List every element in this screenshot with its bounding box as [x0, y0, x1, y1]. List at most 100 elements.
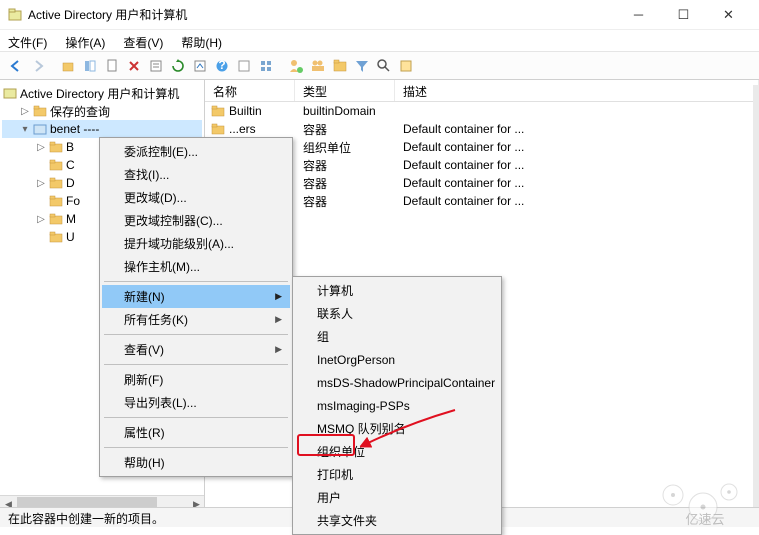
cell-type: 容器 [303, 121, 403, 138]
menu-separator [104, 334, 288, 335]
status-text: 在此容器中创建一新的项目。 [8, 512, 164, 526]
tree-domain-label: benet ---- [50, 122, 99, 136]
cm2-inetorg[interactable]: InetOrgPerson [295, 348, 499, 371]
cm-change-dc[interactable]: 更改域控制器(C)... [102, 209, 290, 232]
toolbar: ? [0, 52, 759, 80]
tree-domain[interactable]: ▾ benet ---- [2, 120, 202, 138]
find-icon[interactable] [374, 56, 394, 76]
minimize-button[interactable]: ─ [616, 1, 661, 29]
maximize-button[interactable]: ☐ [661, 1, 706, 29]
cell-name: Builtin [211, 104, 303, 118]
tree-root[interactable]: Active Directory 用户和计算机 [2, 84, 202, 102]
cm-properties[interactable]: 属性(R) [102, 421, 290, 444]
extra-icon[interactable] [396, 56, 416, 76]
app-icon [8, 8, 22, 22]
cm2-ou[interactable]: 组织单位 [295, 440, 499, 463]
close-button[interactable]: ✕ [706, 1, 751, 29]
cm-change-domain[interactable]: 更改域(D)... [102, 186, 290, 209]
tree-saved-queries[interactable]: ▷ 保存的查询 [2, 102, 202, 120]
cut-icon[interactable] [102, 56, 122, 76]
up-icon[interactable] [58, 56, 78, 76]
cm-export[interactable]: 导出列表(L)... [102, 391, 290, 414]
cell-desc: Default container for ... [403, 158, 759, 172]
cm-refresh[interactable]: 刷新(F) [102, 368, 290, 391]
menu-action[interactable]: 操作(A) [63, 32, 107, 49]
cell-desc: Default container for ... [403, 176, 759, 190]
expand-icon[interactable]: ▷ [34, 140, 48, 154]
tree-child-label: C [66, 158, 75, 172]
menu-separator [104, 447, 288, 448]
ad-icon [2, 86, 18, 100]
view2-icon[interactable] [256, 56, 276, 76]
tree-child-label: M [66, 212, 76, 226]
cm-all-tasks[interactable]: 所有任务(K) [102, 308, 290, 331]
tree-child-label: D [66, 176, 75, 190]
refresh-icon[interactable] [168, 56, 188, 76]
cm2-printer[interactable]: 打印机 [295, 463, 499, 486]
collapse-icon[interactable]: ▾ [18, 122, 32, 136]
tree-root-label: Active Directory 用户和计算机 [20, 85, 179, 102]
menu-bar: 文件(F) 操作(A) 查看(V) 帮助(H) [0, 30, 759, 52]
view1-icon[interactable] [234, 56, 254, 76]
table-row[interactable]: BuiltinbuiltinDomain [205, 102, 759, 120]
cell-name: ...ers [211, 122, 303, 136]
col-type[interactable]: 类型 [295, 80, 395, 101]
cm-view[interactable]: 查看(V) [102, 338, 290, 361]
menu-help[interactable]: 帮助(H) [179, 32, 224, 49]
folder-icon [32, 104, 48, 118]
folder-icon [48, 158, 64, 172]
delete-icon[interactable] [124, 56, 144, 76]
expand-icon[interactable]: ▷ [18, 104, 32, 118]
menu-separator [104, 281, 288, 282]
properties-icon[interactable] [146, 56, 166, 76]
folder-icon [48, 194, 64, 208]
cm2-contact[interactable]: 联系人 [295, 302, 499, 325]
menu-file[interactable]: 文件(F) [6, 32, 49, 49]
cm2-group[interactable]: 组 [295, 325, 499, 348]
cell-type: 组织单位 [303, 139, 403, 156]
cm-ops-master[interactable]: 操作主机(M)... [102, 255, 290, 278]
new-user-icon[interactable] [286, 56, 306, 76]
table-row[interactable]: ...ers容器Default container for ... [205, 120, 759, 138]
cm-find[interactable]: 查找(I)... [102, 163, 290, 186]
menu-separator [104, 417, 288, 418]
window-title: Active Directory 用户和计算机 [28, 6, 616, 23]
new-group-icon[interactable] [308, 56, 328, 76]
cm2-msmq[interactable]: MSMQ 队列别名 [295, 417, 499, 440]
filter-icon[interactable] [352, 56, 372, 76]
context-menu-new: 计算机 联系人 组 InetOrgPerson msDS-ShadowPrinc… [292, 276, 502, 535]
cm2-user[interactable]: 用户 [295, 486, 499, 509]
cm2-computer[interactable]: 计算机 [295, 279, 499, 302]
tree-child-label: B [66, 140, 74, 154]
back-icon[interactable] [6, 56, 26, 76]
svg-text:?: ? [218, 59, 225, 72]
expand-icon[interactable]: ▷ [34, 176, 48, 190]
cell-type: 容器 [303, 193, 403, 210]
cm-new[interactable]: 新建(N) [102, 285, 290, 308]
title-bar: Active Directory 用户和计算机 ─ ☐ ✕ [0, 0, 759, 30]
expand-icon[interactable]: ▷ [34, 212, 48, 226]
cm2-msds[interactable]: msDS-ShadowPrincipalContainer [295, 371, 499, 394]
export-icon[interactable] [190, 56, 210, 76]
cm2-msimaging[interactable]: msImaging-PSPs [295, 394, 499, 417]
list-header: 名称 类型 描述 [205, 80, 759, 102]
cell-type: 容器 [303, 157, 403, 174]
folder-icon [48, 230, 64, 244]
cm2-shared[interactable]: 共享文件夹 [295, 509, 499, 532]
col-name[interactable]: 名称 [205, 80, 295, 101]
cm-raise[interactable]: 提升域功能级别(A)... [102, 232, 290, 255]
cell-type: 容器 [303, 175, 403, 192]
new-ou-icon[interactable] [330, 56, 350, 76]
cm-help[interactable]: 帮助(H) [102, 451, 290, 474]
cm-delegate[interactable]: 委派控制(E)... [102, 140, 290, 163]
cell-desc: Default container for ... [403, 122, 759, 136]
col-desc[interactable]: 描述 [395, 80, 759, 101]
menu-view[interactable]: 查看(V) [121, 32, 165, 49]
show-hide-icon[interactable] [80, 56, 100, 76]
right-scrollbar[interactable] [753, 85, 759, 507]
tree-saved-label: 保存的查询 [50, 103, 110, 120]
forward-icon[interactable] [28, 56, 48, 76]
tree-child-label: U [66, 230, 75, 244]
help-icon[interactable]: ? [212, 56, 232, 76]
folder-icon [48, 140, 64, 154]
